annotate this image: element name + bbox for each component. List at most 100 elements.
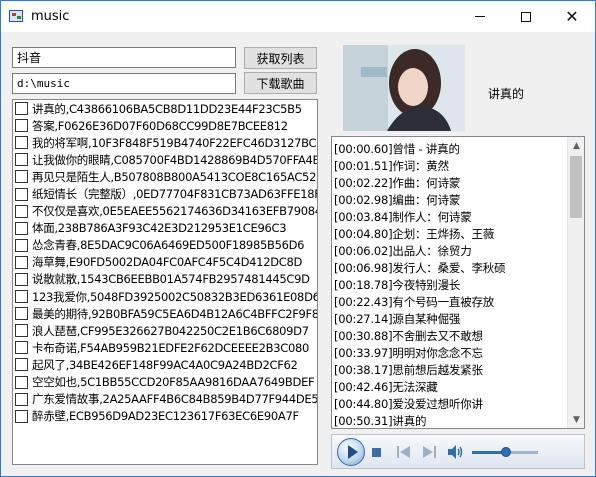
lyric-line: [00:02.22]作曲：何诗蒙 — [334, 176, 461, 190]
song-label: 不仅仅是喜欢,0E5EAEE5562174636D34163EFB79084E — [32, 204, 317, 219]
song-label: 最美的期待,92B0BFA59C5EA6D4B12A6C4BFFC2F9F8 — [32, 306, 317, 321]
song-list-item[interactable]: 空空如也,5C1BB55CCD20F85AA9816DAA7649BDEF — [13, 374, 317, 391]
song-list-item[interactable]: 讲真的,C43866106BA5CB8D11DD23E44F23C5B5 — [13, 100, 317, 117]
song-label: 空空如也,5C1BB55CCD20F85AA9816DAA7649BDEF — [32, 375, 315, 390]
now-playing-title: 讲真的 — [488, 87, 525, 101]
song-list-item[interactable]: 怂念青春,8E5DAC9C06A6469ED500F18985B56D6 — [13, 237, 317, 254]
song-checkbox[interactable] — [15, 238, 28, 252]
song-checkbox[interactable] — [15, 255, 28, 269]
lyrics-panel[interactable]: [00:00.60]曾惜 - 讲真的 [00:01.51]作词：黄然 [00:02.… — [331, 136, 585, 429]
minimize-icon — [475, 16, 485, 17]
window-title: music — [31, 9, 70, 24]
close-icon: ✕ — [565, 6, 579, 26]
lyric-line: [00:30.88]不舍删去又不敢想 — [334, 329, 483, 343]
main-window: music ✕ 抖音 获取列表 d:\music 下载歌曲 讲真的,C43866… — [0, 0, 596, 477]
stop-icon[interactable] — [372, 448, 381, 457]
scroll-up-icon[interactable]: ▲ — [568, 137, 584, 154]
song-label: 卡布奇诺,F54AB959B21EDFE2F62DCEEEE2B3C080 — [32, 340, 310, 355]
song-checkbox[interactable] — [15, 409, 28, 423]
song-checkbox[interactable] — [15, 221, 28, 235]
lyric-line: [00:42.46]无法深藏 — [334, 380, 438, 394]
song-checkbox[interactable] — [15, 358, 28, 372]
next-icon[interactable] — [422, 446, 436, 458]
play-button[interactable] — [337, 438, 365, 466]
song-checkbox[interactable] — [15, 204, 28, 218]
song-label: 说散就散,1543CB6EEBB01A574FB2957481445C9D — [32, 272, 310, 287]
song-list-item[interactable]: 不仅仅是喜欢,0E5EAEE5562174636D34163EFB79084E — [13, 203, 317, 220]
song-list-item[interactable]: 浪人琵琶,CF995E326627B042250C2E1B6C6809D7 — [13, 322, 317, 339]
song-checkbox[interactable] — [15, 187, 28, 201]
lyric-line: [00:03.84]制作人：何诗蒙 — [334, 210, 472, 224]
song-list-item[interactable]: 我的将军啊,10F3F848F519B4740F22EFC46D3127BC — [13, 134, 317, 151]
previous-icon[interactable] — [397, 446, 411, 458]
song-list-item[interactable]: 让我做你的眼睛,C085700F4BD1428869B4D570FFA4BB34 — [13, 151, 317, 168]
lyric-line: [00:06.98]发行人：桑爱、李秋硕 — [334, 261, 506, 275]
song-label: 广东爱情故事,2A25AAFF4B6C84B859B4D77F944DE57A — [32, 392, 317, 407]
scroll-thumb[interactable] — [570, 156, 582, 218]
lyric-line: [00:33.97]明明对你念念不忘 — [334, 346, 483, 360]
volume-knob[interactable] — [501, 447, 512, 457]
close-button[interactable]: ✕ — [549, 1, 595, 32]
song-checkbox[interactable] — [15, 170, 28, 184]
lyric-line: [00:44.80]爱没爱过想听你讲 — [334, 397, 483, 411]
lyric-line: [00:22.43]有个号码一直被存放 — [334, 295, 495, 309]
song-label: 让我做你的眼睛,C085700F4BD1428869B4D570FFA4BB34 — [32, 152, 317, 167]
song-checkbox[interactable] — [15, 136, 28, 150]
song-checkbox[interactable] — [15, 375, 28, 389]
song-list-item[interactable]: 卡布奇诺,F54AB959B21EDFE2F62DCEEEE2B3C080 — [13, 339, 317, 356]
lyric-line: [00:00.60]曾惜 - 讲真的 — [334, 142, 460, 156]
maximize-icon — [521, 11, 531, 22]
song-list-item[interactable]: 纸短情长（完整版）,0ED77704F831CB73AD63FFE18FE5E — [13, 185, 317, 202]
volume-slider[interactable] — [472, 447, 538, 457]
song-checkbox[interactable] — [15, 153, 28, 167]
song-label: 讲真的,C43866106BA5CB8D11DD23E44F23C5B5 — [32, 101, 302, 116]
maximize-button[interactable] — [503, 1, 549, 32]
song-label: 再见只是陌生人,B507808B800A5413COE8C165AC52DE68 — [32, 169, 317, 184]
window-app-icon — [9, 10, 23, 22]
fetch-list-button[interactable]: 获取列表 — [244, 47, 317, 69]
lyric-line: [00:01.51]作词：黄然 — [334, 159, 449, 173]
song-checkbox[interactable] — [15, 324, 28, 338]
download-path-input[interactable]: d:\music — [12, 73, 236, 94]
lyric-line: [00:27.14]源自某种倔强 — [334, 312, 461, 326]
media-player-controls — [331, 434, 585, 469]
song-checkbox[interactable] — [15, 290, 28, 304]
lyrics-scrollbar[interactable]: ▲ ▼ — [567, 137, 584, 428]
song-list-item[interactable]: 海草舞,E90FD5002DA04FC0AFC4F5C4D412DC8D — [13, 254, 317, 271]
song-list-item[interactable]: 醉赤壁,ECB956D9AD23EC123617F63EC6E90A7F — [13, 408, 317, 425]
download-songs-button[interactable]: 下载歌曲 — [244, 72, 317, 94]
song-label: 起风了,34BE426EF148F99AC4A0C9A24BD2CF62 — [32, 357, 298, 372]
scroll-down-icon[interactable]: ▼ — [568, 411, 584, 428]
play-icon — [347, 445, 358, 459]
song-label: 浪人琵琶,CF995E326627B042250C2E1B6C6809D7 — [32, 323, 309, 338]
song-checkbox[interactable] — [15, 341, 28, 355]
song-label: 醉赤壁,ECB956D9AD23EC123617F63EC6E90A7F — [32, 409, 299, 424]
song-checkbox[interactable] — [15, 272, 28, 286]
song-checkbox[interactable] — [15, 307, 28, 321]
song-label: 怂念青春,8E5DAC9C06A6469ED500F18985B56D6 — [32, 238, 305, 253]
song-checkbox[interactable] — [15, 119, 28, 133]
song-list-item[interactable]: 再见只是陌生人,B507808B800A5413COE8C165AC52DE68 — [13, 168, 317, 185]
song-label: 海草舞,E90FD5002DA04FC0AFC4F5C4D412DC8D — [32, 255, 303, 270]
song-checklist[interactable]: 讲真的,C43866106BA5CB8D11DD23E44F23C5B5 答案,F… — [12, 99, 318, 465]
song-list-item[interactable]: 说散就散,1543CB6EEBB01A574FB2957481445C9D — [13, 271, 317, 288]
song-list-item[interactable]: 最美的期待,92B0BFA59C5EA6D4B12A6C4BFFC2F9F8 — [13, 305, 317, 322]
song-checkbox[interactable] — [15, 102, 28, 116]
song-label: 纸短情长（完整版）,0ED77704F831CB73AD63FFE18FE5E — [32, 187, 317, 202]
title-bar[interactable]: music ✕ — [1, 1, 595, 32]
lyric-line: [00:50.31]讲真的 — [334, 414, 427, 428]
minimize-button[interactable] — [457, 1, 503, 32]
album-cover — [343, 45, 465, 131]
song-list-item[interactable]: 体面,238B786A3F93C42E3D212953E1CE96C3 — [13, 220, 317, 237]
song-list-item[interactable]: 123我爱你,5048FD3925002C50832B3ED6361E08D6 — [13, 288, 317, 305]
song-checkbox[interactable] — [15, 392, 28, 406]
song-list-item[interactable]: 答案,F0626E36D07F60D68CC99D8E7BCEE812 — [13, 117, 317, 134]
song-list-item[interactable]: 起风了,34BE426EF148F99AC4A0C9A24BD2CF62 — [13, 356, 317, 373]
lyric-line: [00:06.02]出品人：徐贸力 — [334, 244, 472, 258]
search-input[interactable]: 抖音 — [12, 47, 236, 68]
song-label: 我的将军啊,10F3F848F519B4740F22EFC46D3127BC — [32, 135, 317, 150]
song-list-item[interactable]: 广东爱情故事,2A25AAFF4B6C84B859B4D77F944DE57A — [13, 391, 317, 408]
lyric-line: [00:38.17]思前想后越发紧张 — [334, 363, 483, 377]
lyric-line: [00:02.98]编曲：何诗蒙 — [334, 193, 461, 207]
volume-icon[interactable] — [448, 445, 464, 459]
